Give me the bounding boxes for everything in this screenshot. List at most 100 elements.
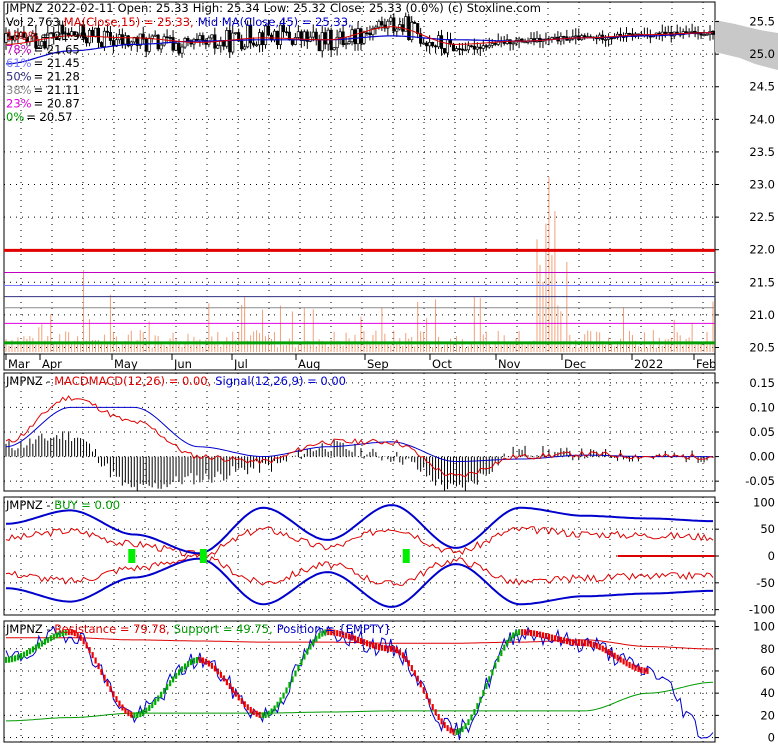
rs-step-bar bbox=[386, 645, 390, 652]
rs-step-bar bbox=[249, 706, 252, 713]
rs-step-bar bbox=[625, 660, 628, 667]
buy-signal-marker bbox=[199, 549, 207, 563]
candle-body bbox=[666, 32, 670, 35]
rs-step-bar bbox=[19, 653, 23, 660]
rs-step-bar bbox=[631, 663, 634, 670]
candle-body bbox=[171, 37, 175, 51]
rs-step-bar bbox=[172, 676, 175, 683]
rs-step-bar bbox=[28, 648, 32, 655]
x-tick-label: Jul bbox=[233, 357, 248, 371]
candle-body bbox=[144, 38, 148, 52]
candle-body bbox=[627, 32, 632, 35]
rs-step-bar bbox=[437, 714, 440, 721]
candle-body bbox=[398, 24, 402, 30]
rs-step-bar bbox=[103, 674, 106, 681]
rs-step-bar bbox=[568, 638, 572, 645]
rs-step-bar bbox=[443, 722, 446, 729]
macd-header: JMPNZ - MACDMACD(12,26) = 0.00, Signal(12… bbox=[5, 374, 346, 388]
rs-step-bar bbox=[470, 714, 473, 721]
rs-step-bar bbox=[261, 712, 264, 719]
rs-step-bar bbox=[112, 691, 115, 698]
rs-step-bar bbox=[494, 662, 497, 669]
candle-body bbox=[487, 44, 491, 48]
y-tick-label: 80 bbox=[760, 642, 775, 656]
candle-body bbox=[216, 45, 220, 49]
rs-step-bar bbox=[586, 640, 589, 647]
candle-body bbox=[344, 43, 348, 46]
rs-step-bar bbox=[601, 645, 604, 652]
rs-step-bar bbox=[541, 632, 545, 639]
fibonacci-label: 23% = 20.87 bbox=[6, 97, 80, 111]
rs-step-bar bbox=[160, 691, 163, 698]
rs-step-bar bbox=[306, 648, 309, 655]
rs-step-bar bbox=[219, 671, 222, 678]
candle-body bbox=[228, 30, 232, 53]
x-tick-label: May bbox=[114, 357, 138, 371]
candle-body bbox=[454, 48, 459, 52]
candle-body bbox=[243, 46, 247, 50]
candle-body bbox=[490, 43, 494, 46]
rs-step-bar bbox=[583, 640, 586, 647]
y-tick-label: 0 bbox=[768, 549, 775, 563]
rs-step-bar bbox=[458, 728, 461, 735]
rs-step-bar bbox=[222, 675, 225, 682]
rs-step-bar bbox=[252, 709, 255, 716]
rs-step-bar bbox=[571, 639, 574, 646]
rs-step-bar bbox=[297, 664, 300, 671]
x-tick-label: 2022 bbox=[634, 357, 663, 371]
candle-body bbox=[252, 42, 256, 46]
rs-step-bar bbox=[85, 642, 88, 649]
candle-body bbox=[445, 39, 450, 54]
rs-step-bar bbox=[294, 670, 297, 677]
rs-step-bar bbox=[10, 656, 14, 663]
candle-body bbox=[457, 48, 461, 50]
candle-body bbox=[105, 30, 109, 33]
candle-body bbox=[380, 21, 384, 26]
rs-step-bar bbox=[13, 655, 17, 662]
rs-step-bar bbox=[559, 636, 563, 643]
y-tick-label: 22.0 bbox=[749, 243, 775, 257]
candle-body bbox=[347, 41, 351, 44]
rs-step-bar bbox=[273, 705, 276, 712]
candle-body bbox=[451, 43, 456, 52]
candle-body bbox=[469, 45, 473, 48]
candle-body bbox=[466, 45, 470, 51]
candle-body bbox=[165, 36, 169, 39]
candle-body bbox=[260, 32, 265, 46]
rs-step-bar bbox=[440, 718, 443, 725]
rs-step-bar bbox=[446, 725, 449, 732]
candle-body bbox=[434, 45, 438, 48]
candle-body bbox=[90, 29, 95, 37]
rs-step-bar bbox=[136, 712, 139, 719]
rs-step-bar bbox=[228, 683, 231, 690]
candle-body bbox=[607, 37, 611, 40]
rs-step-bar bbox=[130, 711, 133, 718]
rs-step-bar bbox=[524, 629, 527, 636]
rs-step-bar bbox=[580, 640, 583, 647]
rs-step-bar bbox=[181, 666, 184, 673]
rs-step-bar bbox=[425, 692, 428, 699]
rs-step-bar bbox=[562, 637, 566, 644]
candle-body bbox=[416, 23, 420, 35]
rs-step-bar bbox=[49, 635, 52, 642]
candle-body bbox=[186, 38, 190, 41]
rs-step-bar bbox=[210, 662, 214, 669]
rs-step-bar bbox=[640, 666, 643, 673]
rs-step-bar bbox=[34, 644, 38, 651]
rs-step-bar bbox=[37, 642, 41, 649]
candle-body bbox=[365, 32, 369, 35]
y-tick-label: 0.15 bbox=[749, 376, 775, 390]
candle-body bbox=[613, 37, 617, 39]
candle-body bbox=[296, 31, 300, 38]
candle-body bbox=[562, 36, 566, 38]
candle-body bbox=[472, 45, 476, 50]
x-axis-strip bbox=[3, 353, 716, 371]
rs-step-bar bbox=[124, 707, 127, 714]
candle-body bbox=[156, 34, 160, 50]
rs-step-bar bbox=[398, 649, 401, 656]
rs-step-bar bbox=[357, 636, 360, 643]
rs-step-bar bbox=[506, 639, 509, 646]
rs-step-bar bbox=[512, 632, 515, 639]
rs-step-bar bbox=[538, 631, 542, 638]
rs-step-bar bbox=[401, 652, 404, 659]
